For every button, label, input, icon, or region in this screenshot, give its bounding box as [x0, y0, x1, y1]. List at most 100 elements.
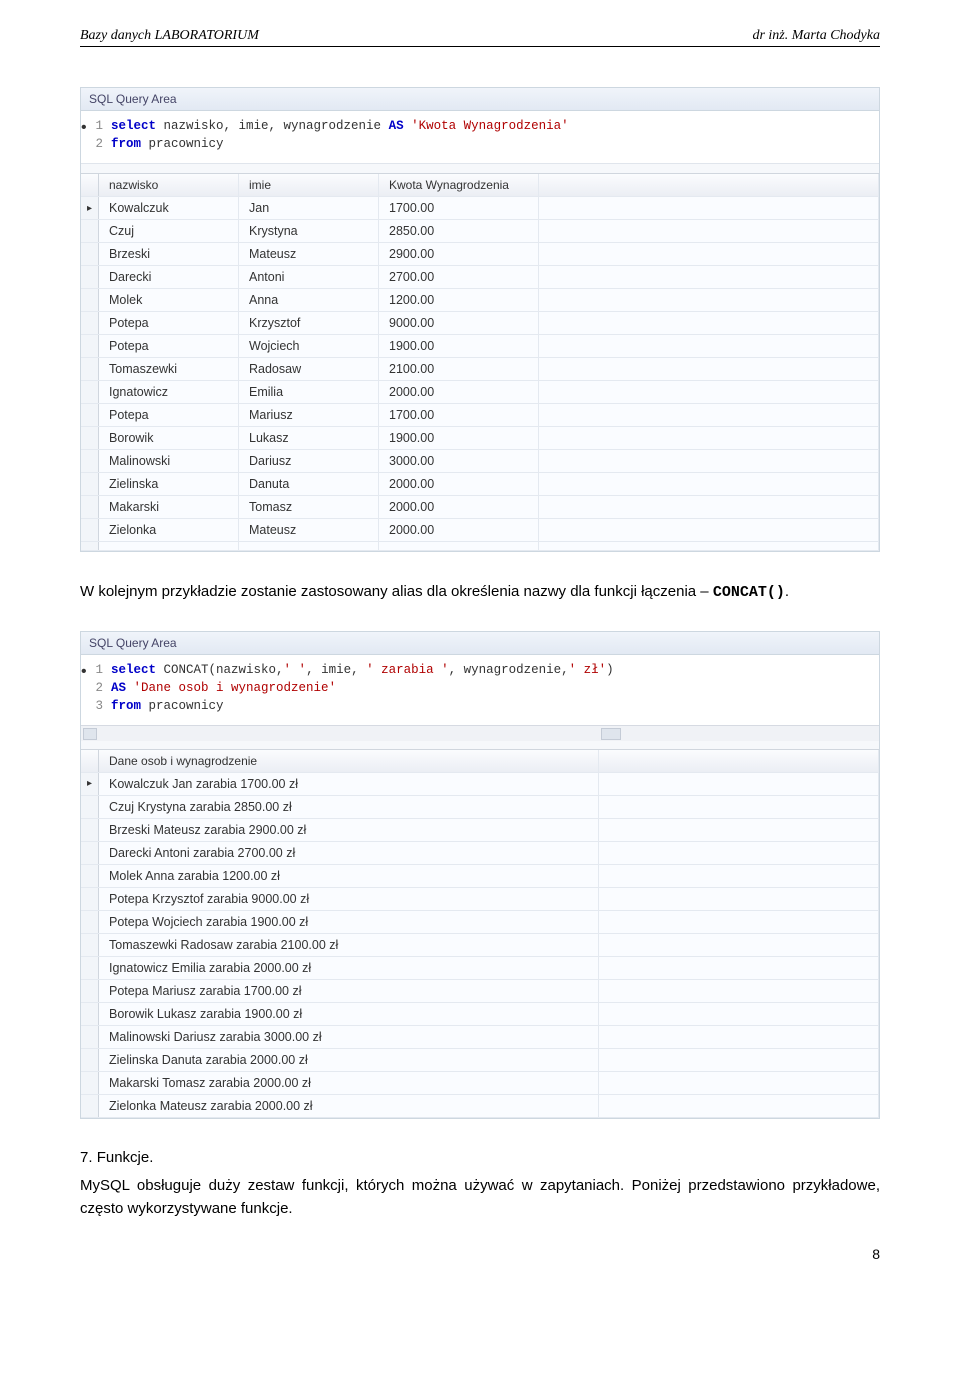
cell-nazwisko: Makarski — [99, 496, 239, 518]
cell-kwota: 2000.00 — [379, 381, 539, 403]
row-marker — [81, 1026, 99, 1048]
cell-kwota: 9000.00 — [379, 312, 539, 334]
cell-dane: Ignatowicz Emilia zarabia 2000.00 zł — [99, 957, 599, 979]
sql-code-1: 1select nazwisko, imie, wynagrodzenie AS… — [81, 111, 879, 163]
row-marker — [81, 450, 99, 472]
table-row: ZielonkaMateusz2000.00 — [81, 519, 879, 542]
table-row: DareckiAntoni2700.00 — [81, 266, 879, 289]
table-row: Zielinska Danuta zarabia 2000.00 zł — [81, 1049, 879, 1072]
gutter-bullet: • — [81, 117, 89, 140]
row-marker — [81, 220, 99, 242]
section-number: 7. — [80, 1149, 93, 1166]
cell-kwota: 2700.00 — [379, 266, 539, 288]
header-left: Bazy danych LABORATORIUM — [80, 28, 259, 44]
table-row: MolekAnna1200.00 — [81, 289, 879, 312]
section-7-heading: 7. Funkcje. — [80, 1149, 880, 1166]
paragraph-2: MySQL obsługuje duży zestaw funkcji, któ… — [80, 1174, 880, 1221]
header-right: dr inż. Marta Chodyka — [752, 28, 880, 44]
cell-imie: Radosaw — [239, 358, 379, 380]
horizontal-scrollbar[interactable] — [81, 725, 879, 741]
sql-screenshot-2: SQL Query Area 1select CONCAT(nazwisko,'… — [80, 631, 880, 1119]
row-marker — [81, 819, 99, 841]
row-marker — [81, 911, 99, 933]
row-marker — [81, 957, 99, 979]
table-row: Malinowski Dariusz zarabia 3000.00 zł — [81, 1026, 879, 1049]
cell-imie: Dariusz — [239, 450, 379, 472]
row-marker — [81, 381, 99, 403]
row-marker — [81, 1072, 99, 1094]
table-row: Czuj Krystyna zarabia 2850.00 zł — [81, 796, 879, 819]
row-marker: ▸ — [81, 773, 99, 795]
table-row: BrzeskiMateusz2900.00 — [81, 243, 879, 266]
row-marker — [81, 865, 99, 887]
row-marker — [81, 335, 99, 357]
col-imie: imie — [239, 174, 379, 196]
cell-imie: Emilia — [239, 381, 379, 403]
table-row: Brzeski Mateusz zarabia 2900.00 zł — [81, 819, 879, 842]
table-row: Makarski Tomasz zarabia 2000.00 zł — [81, 1072, 879, 1095]
row-marker — [81, 934, 99, 956]
cell-imie: Anna — [239, 289, 379, 311]
cell-nazwisko: Malinowski — [99, 450, 239, 472]
cell-dane: Czuj Krystyna zarabia 2850.00 zł — [99, 796, 599, 818]
cell-kwota: 1700.00 — [379, 197, 539, 219]
row-marker — [81, 888, 99, 910]
cell-kwota: 2850.00 — [379, 220, 539, 242]
query-area-label: SQL Query Area — [81, 88, 879, 111]
scroll-left-arrow[interactable] — [83, 728, 97, 740]
cell-kwota: 1900.00 — [379, 335, 539, 357]
table-row: Ignatowicz Emilia zarabia 2000.00 zł — [81, 957, 879, 980]
cell-dane: Potepa Mariusz zarabia 1700.00 zł — [99, 980, 599, 1002]
cell-dane: Potepa Wojciech zarabia 1900.00 zł — [99, 911, 599, 933]
col-dane: Dane osob i wynagrodzenie — [99, 750, 599, 772]
cell-imie: Wojciech — [239, 335, 379, 357]
table-row: MalinowskiDariusz3000.00 — [81, 450, 879, 473]
table-row: Potepa Krzysztof zarabia 9000.00 zł — [81, 888, 879, 911]
code-content: AS 'Dane osob i wynagrodzenie' — [111, 679, 336, 697]
cell-kwota: 3000.00 — [379, 450, 539, 472]
cell-nazwisko: Kowalczuk — [99, 197, 239, 219]
cell-dane: Molek Anna zarabia 1200.00 zł — [99, 865, 599, 887]
table-row: PotepaWojciech1900.00 — [81, 335, 879, 358]
cell-dane: Makarski Tomasz zarabia 2000.00 zł — [99, 1072, 599, 1094]
col-kwota: Kwota Wynagrodzenia — [379, 174, 539, 196]
col-filler — [539, 174, 879, 196]
row-marker — [81, 519, 99, 541]
scroll-thumb[interactable] — [601, 728, 621, 740]
cell-dane: Tomaszewki Radosaw zarabia 2100.00 zł — [99, 934, 599, 956]
grid-header-row: Dane osob i wynagrodzenie — [81, 750, 879, 773]
code-line: 1select nazwisko, imie, wynagrodzenie AS… — [89, 117, 871, 135]
cell-nazwisko: Zielinska — [99, 473, 239, 495]
cell-nazwisko: Potepa — [99, 404, 239, 426]
table-row: ▸Kowalczuk Jan zarabia 1700.00 zł — [81, 773, 879, 796]
table-row: ZielinskaDanuta2000.00 — [81, 473, 879, 496]
cell-nazwisko: Tomaszewki — [99, 358, 239, 380]
cell-nazwisko: Ignatowicz — [99, 381, 239, 403]
cell-imie: Mateusz — [239, 519, 379, 541]
row-marker — [81, 289, 99, 311]
table-row: BorowikLukasz1900.00 — [81, 427, 879, 450]
cell-kwota: 1900.00 — [379, 427, 539, 449]
row-marker — [81, 312, 99, 334]
code-line: 3from pracownicy — [89, 697, 871, 715]
line-number: 1 — [89, 661, 111, 679]
cell-kwota: 2000.00 — [379, 496, 539, 518]
code-line: 2AS 'Dane osob i wynagrodzenie' — [89, 679, 871, 697]
cell-dane: Malinowski Dariusz zarabia 3000.00 zł — [99, 1026, 599, 1048]
col-nazwisko: nazwisko — [99, 174, 239, 196]
cell-dane: Kowalczuk Jan zarabia 1700.00 zł — [99, 773, 599, 795]
cell-nazwisko: Potepa — [99, 335, 239, 357]
table-row: Potepa Mariusz zarabia 1700.00 zł — [81, 980, 879, 1003]
cell-kwota: 2000.00 — [379, 473, 539, 495]
cell-imie: Krystyna — [239, 220, 379, 242]
code-content: from pracownicy — [111, 697, 224, 715]
table-row: Potepa Wojciech zarabia 1900.00 zł — [81, 911, 879, 934]
table-row: Tomaszewki Radosaw zarabia 2100.00 zł — [81, 934, 879, 957]
row-marker — [81, 427, 99, 449]
cell-kwota: 1700.00 — [379, 404, 539, 426]
row-header-blank — [81, 174, 99, 196]
cell-kwota: 2100.00 — [379, 358, 539, 380]
col-filler — [599, 750, 879, 772]
result-grid-2: Dane osob i wynagrodzenie ▸Kowalczuk Jan… — [81, 749, 879, 1118]
cell-nazwisko: Czuj — [99, 220, 239, 242]
